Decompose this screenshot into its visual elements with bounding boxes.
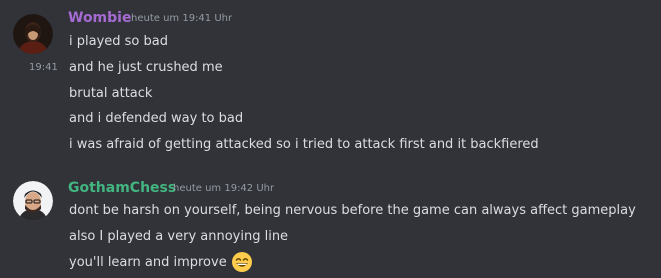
message-line: and i defended way to bad — [69, 111, 244, 126]
message-line: i was afraid of getting attacked so i tr… — [69, 137, 539, 152]
message-line: and he just crushed me — [69, 60, 223, 75]
author-name[interactable]: Wombie — [68, 9, 131, 27]
message-line: you'll learn and improve — [69, 255, 227, 270]
avatar-wombie[interactable] — [13, 14, 53, 54]
message-line: also I played a very annoying line — [69, 229, 289, 244]
author-name[interactable]: GothamChess — [68, 179, 176, 197]
hover-timestamp: 19:41 — [29, 62, 58, 73]
grinning-face-emoji-icon[interactable] — [231, 251, 253, 273]
message-line: dont be harsh on yourself, being nervous… — [69, 203, 636, 218]
message-timestamp: heute um 19:42 Uhr — [173, 183, 275, 194]
message-line: i played so bad — [69, 34, 168, 49]
message-line: brutal attack — [69, 86, 153, 101]
avatar-gothamchess[interactable] — [13, 181, 53, 221]
message-timestamp: heute um 19:41 Uhr — [131, 13, 233, 24]
